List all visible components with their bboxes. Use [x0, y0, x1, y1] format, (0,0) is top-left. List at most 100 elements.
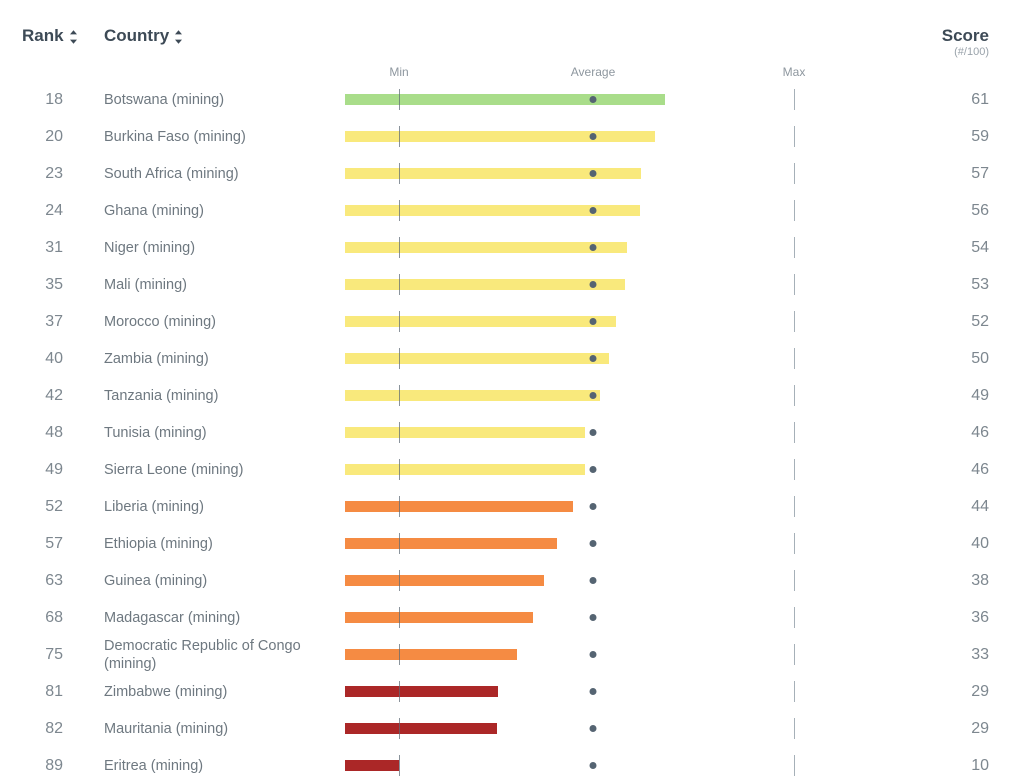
cell-score: 50: [971, 349, 989, 367]
table-row[interactable]: 31 Niger (mining) 54: [0, 229, 1013, 266]
cell-score: 49: [971, 386, 989, 404]
column-header-score-sublabel: (#/100): [954, 46, 989, 58]
average-dot: [589, 392, 597, 399]
max-tick: [794, 496, 795, 517]
column-header-score-label: Score: [941, 26, 989, 45]
cell-score: 61: [971, 90, 989, 108]
score-bar: [345, 649, 517, 660]
cell-score: 59: [971, 127, 989, 145]
average-dot: [589, 577, 597, 584]
score-bar: [345, 316, 616, 327]
scale-label-average: Average: [570, 65, 616, 79]
table-row[interactable]: 48 Tunisia (mining) 46: [0, 414, 1013, 451]
min-tick: [399, 237, 400, 258]
score-bar: [345, 538, 557, 549]
cell-country: Zimbabwe (mining): [104, 683, 228, 700]
min-tick: [399, 570, 400, 591]
max-tick: [794, 200, 795, 221]
table-row[interactable]: 35 Mali (mining) 53: [0, 266, 1013, 303]
table-row[interactable]: 24 Ghana (mining) 56: [0, 192, 1013, 229]
max-tick: [794, 607, 795, 628]
average-dot: [589, 355, 597, 362]
average-dot: [589, 651, 597, 658]
score-bar: [345, 723, 497, 734]
max-tick: [794, 237, 795, 258]
table-row[interactable]: 82 Mauritania (mining) 29: [0, 710, 1013, 747]
column-header-country-label: Country: [104, 26, 170, 45]
min-tick: [399, 163, 400, 184]
score-ranking-table: Rank Country Score (#/100) Min Average Max: [0, 0, 1013, 780]
table-row[interactable]: 57 Ethiopia (mining) 40: [0, 525, 1013, 562]
average-dot: [589, 688, 597, 695]
min-tick: [399, 126, 400, 147]
max-tick: [794, 311, 795, 332]
cell-rank: 18: [45, 90, 63, 108]
table-row[interactable]: 49 Sierra Leone (mining) 46: [0, 451, 1013, 488]
average-dot: [589, 466, 597, 473]
min-tick: [399, 200, 400, 221]
column-header-country[interactable]: Country: [104, 26, 183, 46]
cell-score: 33: [971, 645, 989, 663]
average-dot: [589, 503, 597, 510]
table-row[interactable]: 52 Liberia (mining) 44: [0, 488, 1013, 525]
cell-score: 54: [971, 238, 989, 256]
cell-country: Eritrea (mining): [104, 757, 204, 774]
cell-score: 29: [971, 719, 989, 737]
cell-score: 38: [971, 571, 989, 589]
max-tick: [794, 644, 795, 665]
cell-score: 10: [971, 756, 989, 774]
cell-rank: 37: [45, 312, 63, 330]
cell-country: Mauritania (mining): [104, 720, 229, 737]
table-row[interactable]: 75 Democratic Republic of Congo (mining) 3…: [0, 636, 1013, 673]
cell-country: Liberia (mining): [104, 498, 204, 515]
min-tick: [399, 311, 400, 332]
max-tick: [794, 422, 795, 443]
table-row[interactable]: 18 Botswana (mining) 61: [0, 81, 1013, 118]
average-dot: [589, 429, 597, 436]
table-row[interactable]: 68 Madagascar (mining) 36: [0, 599, 1013, 636]
table-row[interactable]: 20 Burkina Faso (mining) 59: [0, 118, 1013, 155]
cell-score: 46: [971, 460, 989, 478]
cell-country: Botswana (mining): [104, 91, 225, 108]
max-tick: [794, 89, 795, 110]
min-tick: [399, 459, 400, 480]
cell-country: Madagascar (mining): [104, 609, 241, 626]
column-header-rank[interactable]: Rank: [22, 26, 78, 46]
table-row[interactable]: 42 Tanzania (mining) 49: [0, 377, 1013, 414]
cell-score: 46: [971, 423, 989, 441]
cell-score: 53: [971, 275, 989, 293]
table-row[interactable]: 37 Morocco (mining) 52: [0, 303, 1013, 340]
cell-rank: 57: [45, 534, 63, 552]
average-dot: [589, 244, 597, 251]
table-row[interactable]: 40 Zambia (mining) 50: [0, 340, 1013, 377]
average-dot: [589, 540, 597, 547]
sort-updown-icon[interactable]: [69, 29, 78, 45]
table-row[interactable]: 63 Guinea (mining) 38: [0, 562, 1013, 599]
cell-score: 36: [971, 608, 989, 626]
max-tick: [794, 681, 795, 702]
max-tick: [794, 385, 795, 406]
min-tick: [399, 89, 400, 110]
cell-score: 52: [971, 312, 989, 330]
sort-updown-icon[interactable]: [174, 29, 183, 45]
score-bar: [345, 279, 625, 290]
cell-rank: 68: [45, 608, 63, 626]
min-tick: [399, 422, 400, 443]
cell-rank: 75: [45, 645, 63, 663]
cell-country: Zambia (mining): [104, 350, 209, 367]
average-dot: [589, 133, 597, 140]
score-bar: [345, 131, 655, 142]
column-header-score: Score (#/100): [942, 26, 989, 59]
cell-rank: 49: [45, 460, 63, 478]
table-row[interactable]: 89 Eritrea (mining) 10: [0, 747, 1013, 780]
table-row[interactable]: 23 South Africa (mining) 57: [0, 155, 1013, 192]
score-bar: [345, 501, 573, 512]
score-bar: [345, 168, 641, 179]
table-row[interactable]: 81 Zimbabwe (mining) 29: [0, 673, 1013, 710]
cell-country: Tunisia (mining): [104, 424, 207, 441]
cell-score: 40: [971, 534, 989, 552]
min-tick: [399, 385, 400, 406]
max-tick: [794, 533, 795, 554]
cell-country: Ethiopia (mining): [104, 535, 213, 552]
cell-rank: 81: [45, 682, 63, 700]
